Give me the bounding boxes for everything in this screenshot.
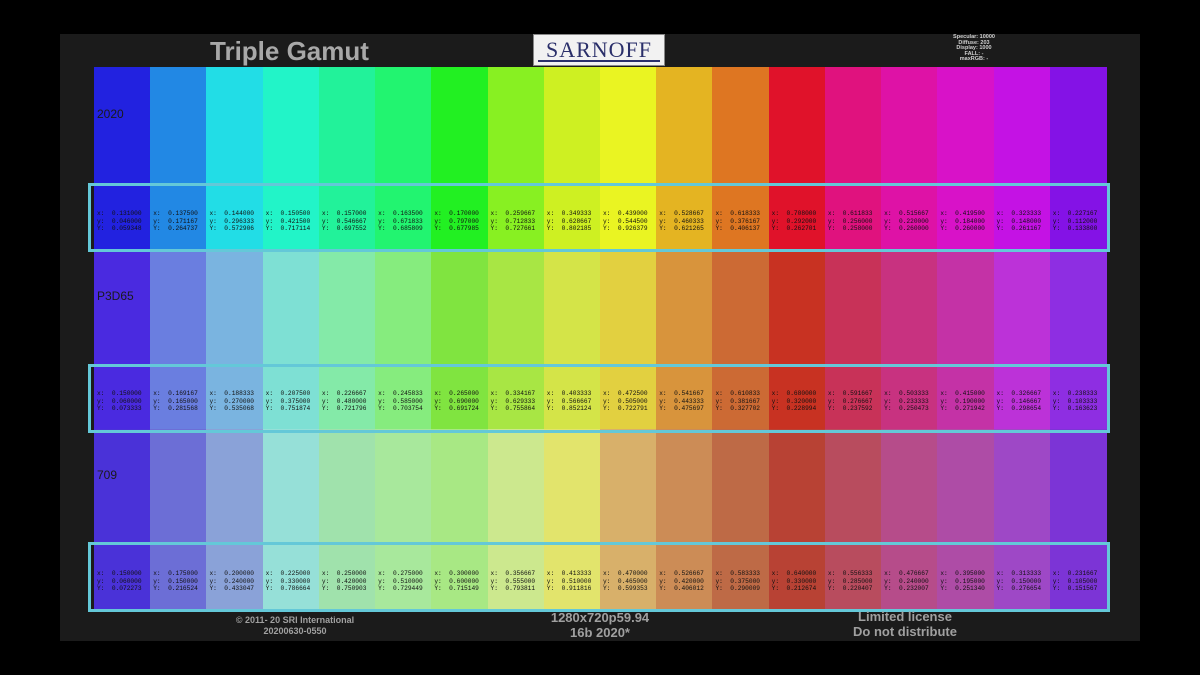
- highlight-box-p3d65: [88, 364, 1110, 433]
- color-bar-column: x: 0.708000 y: 0.292000 Y: 0.262701 x: 0.…: [768, 67, 826, 612]
- sarnoff-logo: SARNOFF: [533, 34, 665, 66]
- color-bar-column: x: 0.157000 y: 0.546667 Y: 0.697552 x: 0.…: [318, 67, 376, 612]
- color-bar-grid: x: 0.131000 y: 0.046000 Y: 0.059348 x: 0.…: [94, 67, 1107, 612]
- logo-underline: [538, 60, 660, 62]
- license-text: Limited license: [858, 609, 952, 624]
- highlight-box-2020: [88, 183, 1110, 252]
- color-bar-column: x: 0.611833 y: 0.256000 Y: 0.258000 x: 0.…: [824, 67, 882, 612]
- video-format-text: 1280x720p59.94: [550, 610, 650, 625]
- color-bar-column: x: 0.419500 y: 0.184000 Y: 0.260000 x: 0.…: [937, 67, 995, 612]
- highlight-box-709: [88, 542, 1110, 612]
- gamut-label-p3d65: P3D65: [97, 289, 134, 303]
- bit-depth-text: 16b 2020*: [570, 625, 630, 640]
- color-bar-column: x: 0.131000 y: 0.046000 Y: 0.059348 x: 0.…: [94, 67, 151, 612]
- color-bar-column: x: 0.150500 y: 0.421500 Y: 0.717114 x: 0.…: [262, 67, 320, 612]
- color-bar-column: x: 0.170000 y: 0.797000 Y: 0.677985 x: 0.…: [431, 67, 489, 612]
- color-bar-column: x: 0.323333 y: 0.148000 Y: 0.261167 x: 0.…: [993, 67, 1051, 612]
- color-bar-column: x: 0.259667 y: 0.712833 Y: 0.727661 x: 0.…: [487, 67, 545, 612]
- color-bar-column: x: 0.618333 y: 0.376167 Y: 0.406137 x: 0.…: [712, 67, 770, 612]
- color-bar-column: x: 0.349333 y: 0.628667 Y: 0.802185 x: 0.…: [543, 67, 601, 612]
- version-text: 20200630-0550: [263, 626, 327, 636]
- metadata-block: Specular: 10000 Diffuse: 203 Display: 10…: [934, 34, 1014, 63]
- color-bar-column: x: 0.137500 y: 0.171167 Y: 0.264737 x: 0.…: [150, 67, 208, 612]
- color-bar-column: x: 0.163500 y: 0.671833 Y: 0.685809 x: 0.…: [375, 67, 432, 612]
- color-bar-column: x: 0.227167 y: 0.112000 Y: 0.133800 x: 0.…: [1049, 67, 1107, 612]
- pattern-title: Triple Gamut: [210, 36, 369, 66]
- footer-license-block: Limited license Do not distribute: [820, 609, 990, 639]
- meta-maxrgb: maxRGB: -: [959, 56, 989, 63]
- footer-copyright-block: © 2011- 20 SRI International 20200630-05…: [210, 615, 380, 637]
- color-bar-column: x: 0.528667 y: 0.460333 Y: 0.621265 x: 0.…: [656, 67, 714, 612]
- logo-text: SARNOFF: [545, 37, 653, 62]
- color-bar-column: x: 0.515667 y: 0.220000 Y: 0.260000 x: 0.…: [881, 67, 938, 612]
- color-bar-column: x: 0.439000 y: 0.544500 Y: 0.926379 x: 0.…: [600, 67, 657, 612]
- gamut-label-rec2020: 2020: [97, 107, 124, 121]
- copyright-text: © 2011- 20 SRI International: [235, 615, 355, 625]
- gamut-label-rec709: 709: [97, 468, 118, 482]
- footer-format-block: 1280x720p59.94 16b 2020*: [520, 610, 680, 640]
- distribution-text: Do not distribute: [853, 624, 957, 639]
- color-bar-column: x: 0.144000 y: 0.296333 Y: 0.572906 x: 0.…: [206, 67, 264, 612]
